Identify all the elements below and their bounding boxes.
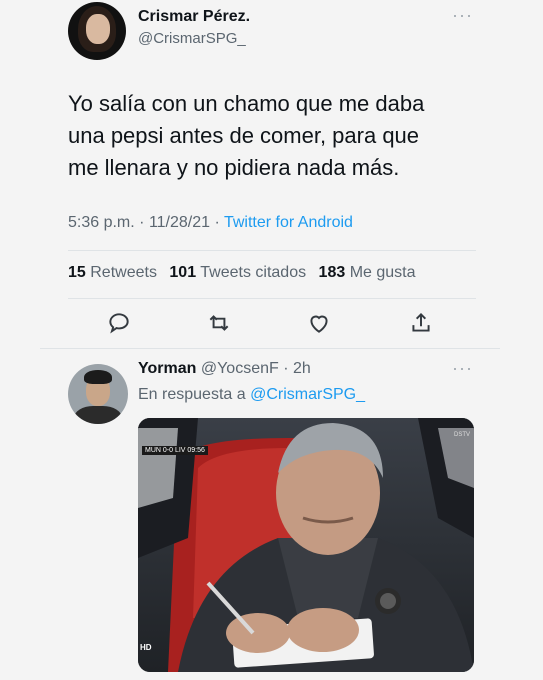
- hd-badge: HD: [140, 643, 152, 652]
- quotes-stat[interactable]: 101 Tweets citados: [169, 264, 306, 281]
- score-bug: MUN 0-0 LIV 09:56: [142, 446, 208, 455]
- reply-media-image[interactable]: MUN 0-0 LIV 09:56 DSTV HD: [138, 418, 474, 672]
- tweet-stats: 15 Retweets 101 Tweets citados 183 Me gu…: [68, 264, 424, 282]
- retweet-icon[interactable]: [206, 310, 232, 336]
- more-options-icon[interactable]: ···: [452, 6, 473, 24]
- tweet-meta: 5:36 p.m. · 11/28/21 · Twitter for Andro…: [68, 214, 353, 231]
- author-handle[interactable]: @CrismarSPG_: [138, 30, 246, 47]
- divider: [68, 250, 476, 251]
- tweet-time[interactable]: 5:36 p.m.: [68, 214, 135, 231]
- retweets-stat[interactable]: 15 Retweets: [68, 264, 157, 281]
- tweet-actions: [106, 310, 436, 338]
- likes-stat[interactable]: 183 Me gusta: [319, 264, 416, 281]
- channel-logo: DSTV: [453, 432, 470, 438]
- tweet-date[interactable]: 11/28/21: [149, 214, 210, 231]
- tweet-source[interactable]: Twitter for Android: [224, 214, 353, 231]
- author-avatar[interactable]: [68, 2, 126, 60]
- mention-link[interactable]: @CrismarSPG_: [250, 386, 365, 403]
- tweet-text-line: me llenara y no pidiera nada más.: [68, 155, 400, 180]
- more-options-icon[interactable]: ···: [452, 358, 473, 379]
- reply-author[interactable]: Yorman @YocsenF · 2h: [138, 360, 311, 378]
- like-icon[interactable]: [306, 310, 332, 336]
- reply-author-name[interactable]: Yorman: [138, 360, 196, 377]
- reply-icon[interactable]: [106, 310, 132, 336]
- reply-context: En respuesta a @CrismarSPG_: [138, 386, 365, 403]
- share-icon[interactable]: [408, 310, 434, 336]
- tweet-text-line: una pepsi antes de comer, para que: [68, 123, 420, 148]
- reply-author-avatar[interactable]: [68, 364, 128, 424]
- tweet-text: Yo salía con un chamo que me daba una pe…: [68, 88, 488, 184]
- divider: [40, 348, 500, 349]
- reply-tweet: Yorman @YocsenF · 2h ··· En respuesta a …: [0, 352, 543, 680]
- media-photo: [138, 418, 474, 672]
- divider: [68, 298, 476, 299]
- reply-age[interactable]: 2h: [293, 360, 311, 377]
- author-name[interactable]: Crismar Pérez.: [138, 8, 250, 26]
- reply-author-handle[interactable]: @YocsenF: [201, 360, 279, 377]
- tweet-text-line: Yo salía con un chamo que me daba: [68, 91, 425, 116]
